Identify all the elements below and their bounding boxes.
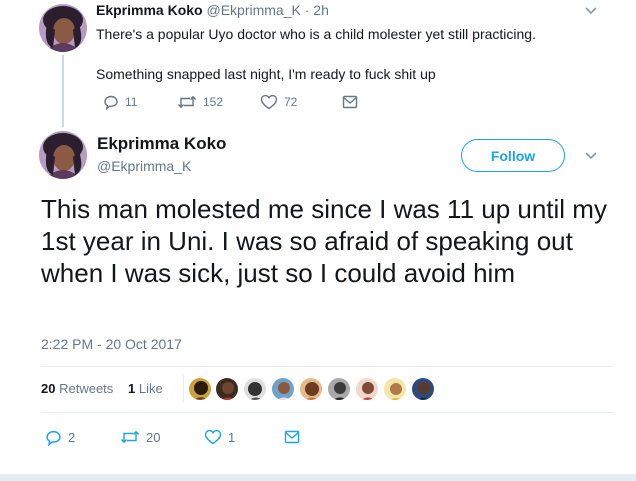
chevron-down-icon[interactable] <box>584 6 598 16</box>
retweet-icon <box>177 95 197 109</box>
display-name[interactable]: Ekprimma Koko <box>97 134 226 154</box>
dm-button[interactable] <box>342 93 358 111</box>
handle[interactable]: @Ekprimma_K <box>206 2 300 18</box>
likes-count: 1 <box>128 381 136 396</box>
likes-stat[interactable]: 1 Like <box>128 381 163 396</box>
retweet-icon <box>120 430 140 444</box>
tweet1-header: Ekprimma Koko @Ekprimma_K · 2h <box>96 2 329 18</box>
retweets-label: Retweets <box>59 381 114 396</box>
retweet-count: 20 <box>146 429 161 445</box>
like-button[interactable]: 1 <box>204 428 235 446</box>
liker-avatar[interactable] <box>383 377 407 401</box>
tweet-line: There's a popular Uyo doctor who is a ch… <box>96 26 536 42</box>
display-name[interactable]: Ekprimma Koko <box>96 2 203 18</box>
reply-count: 11 <box>125 95 138 109</box>
heart-icon <box>260 94 278 110</box>
liker-avatar[interactable] <box>299 377 323 401</box>
retweet-button[interactable]: 152 <box>177 93 223 111</box>
tweet-text: This man molested me since I was 11 up u… <box>41 194 607 288</box>
tweet-line: Something snapped last night, I'm ready … <box>96 66 436 82</box>
retweets-stat[interactable]: 20 Retweets <box>41 381 113 396</box>
reply-button[interactable]: 2 <box>45 428 75 446</box>
engagement-stats: 20 Retweets 1 Like <box>41 374 191 404</box>
avatar[interactable] <box>39 4 87 52</box>
divider <box>41 366 614 367</box>
liker-avatar[interactable] <box>215 377 239 401</box>
divider <box>41 412 614 413</box>
reply-icon <box>46 430 61 446</box>
follow-button[interactable]: Follow <box>461 139 565 172</box>
mail-icon <box>284 430 300 444</box>
separator: · <box>304 2 310 18</box>
dm-button[interactable] <box>284 428 300 446</box>
liker-avatar[interactable] <box>411 377 435 401</box>
reply-button[interactable]: 11 <box>103 93 137 111</box>
retweets-count: 20 <box>41 381 56 396</box>
chevron-down-icon[interactable] <box>584 151 598 161</box>
like-button[interactable]: 72 <box>260 93 297 111</box>
retweet-button[interactable]: 20 <box>120 428 160 446</box>
tweet-timestamp[interactable]: 2:22 PM - 20 Oct 2017 <box>41 336 182 352</box>
thread-connector <box>62 55 64 127</box>
tweet1-text: There's a popular Uyo doctor who is a ch… <box>96 24 576 104</box>
liker-avatar[interactable] <box>355 377 379 401</box>
handle[interactable]: @Ekprimma_K <box>97 158 191 174</box>
like-count: 72 <box>284 95 298 109</box>
mail-icon <box>342 95 358 109</box>
retweet-count: 152 <box>203 95 224 109</box>
like-count: 1 <box>228 429 236 445</box>
timeline-gap <box>0 474 636 481</box>
reply-icon <box>104 95 118 110</box>
liker-avatar[interactable] <box>188 377 212 401</box>
heart-icon <box>204 429 222 445</box>
liker-avatar[interactable] <box>327 377 351 401</box>
stat-separator <box>183 375 184 403</box>
liker-avatar[interactable] <box>243 377 267 401</box>
likes-label: Like <box>138 381 163 396</box>
tweet-time[interactable]: 2h <box>313 2 329 18</box>
liker-avatar[interactable] <box>271 377 295 401</box>
avatar[interactable] <box>39 131 87 179</box>
reply-count: 2 <box>68 429 76 445</box>
